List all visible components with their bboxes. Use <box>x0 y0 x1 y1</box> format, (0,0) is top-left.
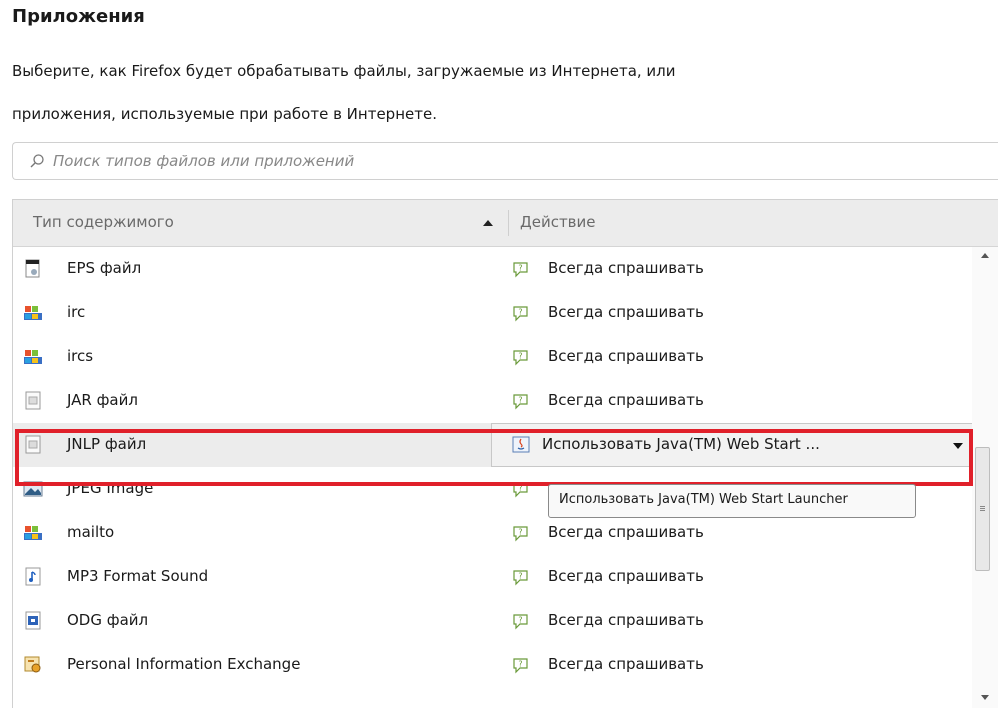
always-ask-icon: ? <box>513 658 528 674</box>
content-type-name: irc <box>67 303 86 321</box>
table-row[interactable]: EPS файл ? Всегда спрашивать <box>13 247 983 291</box>
chevron-down-icon[interactable] <box>953 443 963 449</box>
eps-file-icon <box>25 259 40 278</box>
table-row[interactable]: Personal Information Exchange ? Всегда с… <box>13 643 983 687</box>
section-heading: Приложения <box>12 6 145 27</box>
search-icon <box>30 154 44 168</box>
jar-file-icon <box>25 391 41 410</box>
scroll-up-arrow-icon[interactable] <box>981 253 989 258</box>
jpeg-image-icon <box>23 481 43 497</box>
scrollbar-thumb[interactable] <box>975 447 990 571</box>
action-dropdown[interactable]: Использовать Java(TM) Web Start ... <box>491 423 974 467</box>
search-box[interactable] <box>12 142 998 180</box>
content-type-name: Personal Information Exchange <box>67 655 301 673</box>
column-header-content-type[interactable]: Тип содержимого <box>33 213 174 231</box>
always-ask-icon: ? <box>513 614 528 630</box>
always-ask-icon: ? <box>513 262 528 278</box>
svg-text:?: ? <box>518 396 522 405</box>
svg-text:?: ? <box>518 484 522 493</box>
svg-text:?: ? <box>518 616 522 625</box>
column-divider[interactable] <box>508 210 509 236</box>
action-label: Всегда спрашивать <box>548 347 704 365</box>
table-row[interactable]: irc ? Всегда спрашивать <box>13 291 983 335</box>
always-ask-icon: ? <box>513 306 528 322</box>
table-row[interactable]: ircs ? Всегда спрашивать <box>13 335 983 379</box>
description-line-1: Выберите, как Firefox будет обрабатывать… <box>12 62 676 80</box>
column-header-action[interactable]: Действие <box>520 213 596 231</box>
svg-text:?: ? <box>518 572 522 581</box>
svg-text:?: ? <box>518 352 522 361</box>
content-type-name: JNLP файл <box>67 435 147 453</box>
table-header: Тип содержимого Действие <box>13 200 998 247</box>
mailto-app-icon <box>24 526 42 540</box>
content-type-name: mailto <box>67 523 115 541</box>
action-tooltip: Использовать Java(TM) Web Start Launcher <box>548 484 916 518</box>
grip-icon <box>980 506 985 507</box>
svg-text:?: ? <box>518 660 522 669</box>
content-type-name: JAR файл <box>67 391 138 409</box>
action-label: Всегда спрашивать <box>548 303 704 321</box>
mp3-sound-icon <box>25 567 41 586</box>
action-label: Всегда спрашивать <box>548 391 704 409</box>
table-row[interactable]: MP3 Format Sound ? Всегда спрашивать <box>13 555 983 599</box>
always-ask-icon: ? <box>513 482 528 498</box>
description-line-2: приложения, используемые при работе в Ин… <box>12 105 437 123</box>
action-label: Всегда спрашивать <box>548 523 704 541</box>
java-icon <box>512 436 530 453</box>
table-row-selected[interactable]: JNLP файл Использовать Java(TM) Web Star… <box>13 423 983 467</box>
content-types-table: Тип содержимого Действие EPS файл ? Всег… <box>12 199 998 708</box>
ircs-app-icon <box>24 350 42 364</box>
table-row[interactable]: JAR файл ? Всегда спрашивать <box>13 379 983 423</box>
applications-preferences: Приложения Выберите, как Firefox будет о… <box>0 0 998 708</box>
svg-text:?: ? <box>518 528 522 537</box>
action-label: Всегда спрашивать <box>548 259 704 277</box>
content-type-name: ircs <box>67 347 94 365</box>
pfx-file-icon <box>24 656 41 673</box>
action-label: Всегда спрашивать <box>548 567 704 585</box>
action-label: Всегда спрашивать <box>548 611 704 629</box>
irc-app-icon <box>24 306 42 320</box>
content-type-name: ODG файл <box>67 611 149 629</box>
vertical-scrollbar[interactable] <box>972 247 998 708</box>
table-body: EPS файл ? Всегда спрашивать irc ? Всегд… <box>13 247 983 687</box>
table-row[interactable]: ODG файл ? Всегда спрашивать <box>13 599 983 643</box>
action-label: Всегда спрашивать <box>548 655 704 673</box>
svg-text:?: ? <box>518 264 522 273</box>
sort-ascending-icon[interactable] <box>483 220 493 226</box>
content-type-name: MP3 Format Sound <box>67 567 209 585</box>
jnlp-file-icon <box>25 435 41 454</box>
search-input[interactable] <box>53 152 853 170</box>
scroll-down-arrow-icon[interactable] <box>981 695 989 700</box>
odg-file-icon <box>25 611 41 630</box>
always-ask-icon: ? <box>513 350 528 366</box>
content-type-name: JPEG Image <box>67 479 154 497</box>
always-ask-icon: ? <box>513 570 528 586</box>
svg-text:?: ? <box>518 308 522 317</box>
always-ask-icon: ? <box>513 526 528 542</box>
content-type-name: EPS файл <box>67 259 142 277</box>
action-label: Использовать Java(TM) Web Start ... <box>542 435 820 453</box>
always-ask-icon: ? <box>513 394 528 410</box>
